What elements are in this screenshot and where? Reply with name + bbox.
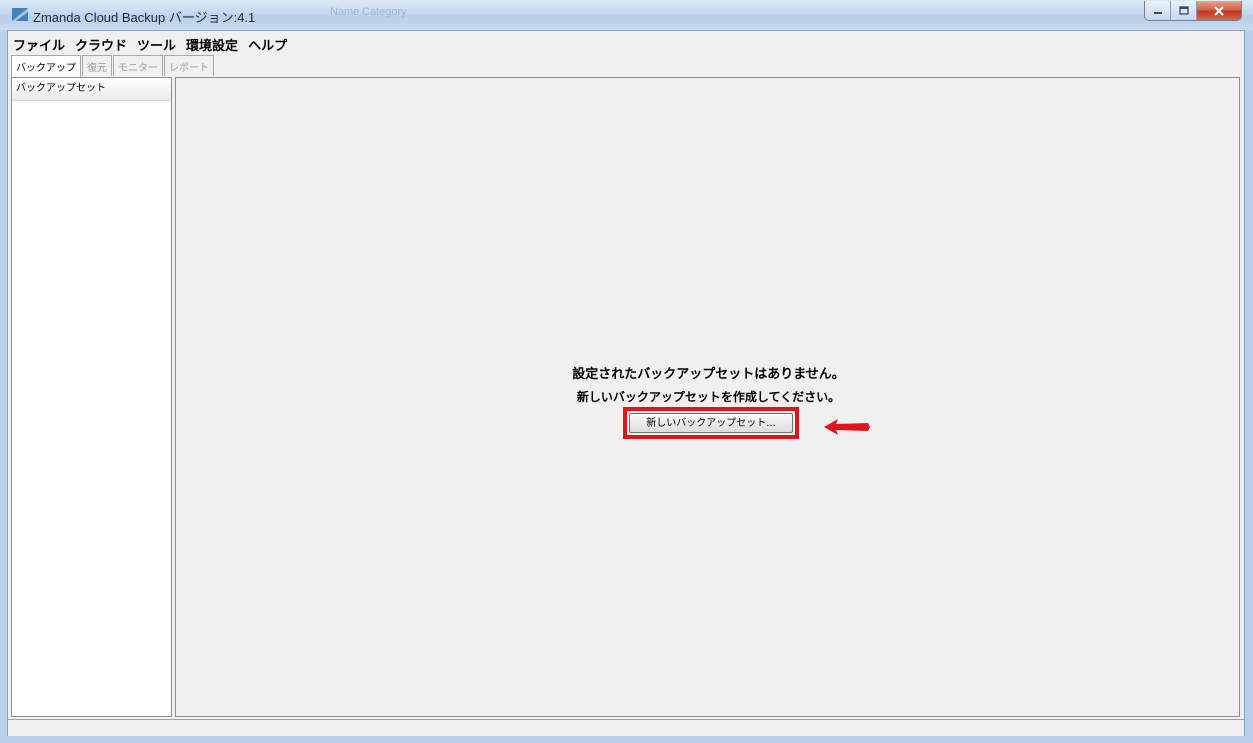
background-ghost-text: Name bbox=[330, 6, 360, 18]
maximize-button[interactable] bbox=[1171, 1, 1197, 20]
tab-report[interactable]: レポート bbox=[164, 55, 214, 76]
tab-strip: バックアップ 復元 モニター レポート bbox=[11, 55, 215, 77]
tab-monitor[interactable]: モニター bbox=[113, 55, 163, 76]
main-panel: 設定されたバックアップセットはありません。 新しいバックアップセットを作成してく… bbox=[175, 77, 1240, 717]
no-backup-sets-message: 設定されたバックアップセットはありません。 bbox=[572, 367, 845, 382]
status-bar bbox=[8, 719, 1244, 736]
menu-preferences[interactable]: 環境設定 bbox=[181, 33, 243, 54]
menu-help[interactable]: ヘルプ bbox=[243, 33, 292, 54]
red-arrow-icon bbox=[824, 419, 870, 435]
application-window: Zmanda Cloud Backup バージョン:4.1 Name Categ… bbox=[0, 0, 1253, 743]
client-area: ファイル クラウド ツール 環境設定 ヘルプ バックアップ 復元 モニター レポ… bbox=[7, 30, 1245, 736]
menu-file[interactable]: ファイル bbox=[8, 33, 70, 54]
app-icon bbox=[12, 8, 28, 21]
window-title: Zmanda Cloud Backup バージョン:4.1 bbox=[33, 10, 256, 25]
backup-set-list-header: バックアップセット bbox=[12, 78, 171, 101]
menu-bar: ファイル クラウド ツール 環境設定 ヘルプ bbox=[8, 33, 292, 54]
new-backup-set-button[interactable]: 新しいバックアップセット... bbox=[629, 413, 793, 433]
close-button[interactable] bbox=[1197, 1, 1241, 20]
background-ghost-text: Category bbox=[362, 6, 407, 18]
tab-backup[interactable]: バックアップ bbox=[11, 55, 81, 77]
highlight-box: 新しいバックアップセット... bbox=[623, 407, 799, 439]
minimize-icon bbox=[1153, 11, 1162, 14]
menu-cloud[interactable]: クラウド bbox=[70, 33, 132, 54]
caption-buttons bbox=[1144, 1, 1242, 21]
backup-set-list[interactable]: バックアップセット bbox=[11, 77, 172, 717]
minimize-button[interactable] bbox=[1145, 1, 1171, 20]
maximize-icon bbox=[1178, 5, 1189, 15]
create-backup-set-prompt: 新しいバックアップセットを作成してください。 bbox=[576, 390, 841, 404]
menu-tools[interactable]: ツール bbox=[132, 33, 181, 54]
close-icon bbox=[1214, 5, 1224, 16]
title-bar[interactable]: Zmanda Cloud Backup バージョン:4.1 Name Categ… bbox=[0, 0, 1253, 30]
tab-restore[interactable]: 復元 bbox=[82, 55, 112, 76]
